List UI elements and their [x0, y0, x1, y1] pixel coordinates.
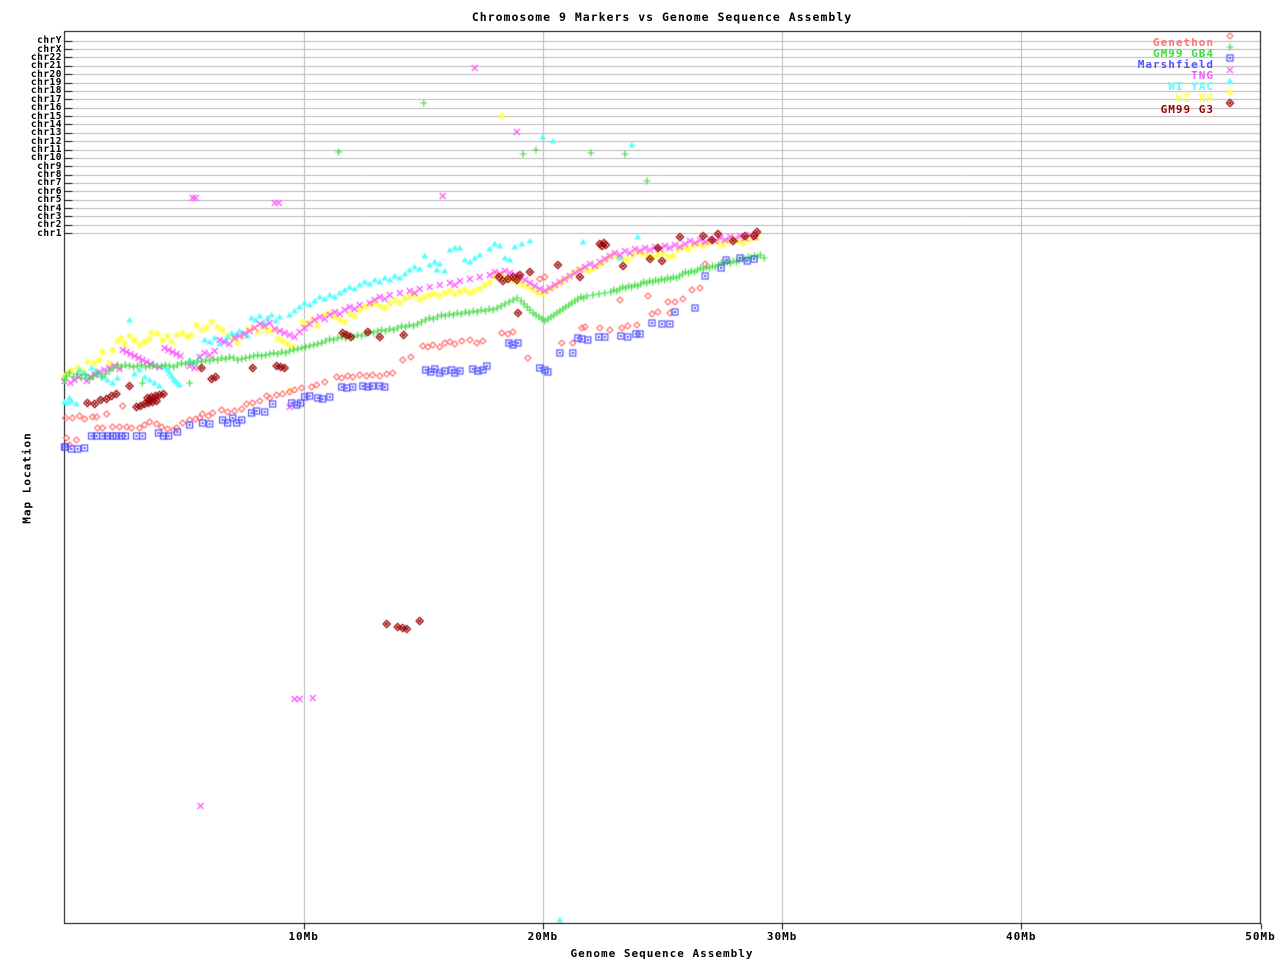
chart-page: Chromosome 9 Markers vs Genome Sequence …	[0, 0, 1280, 960]
legend-marker-triangle-icon	[1222, 75, 1238, 87]
y-axis-label: Map Location	[21, 432, 34, 523]
x-tick-label-30Mb: 30Mb	[752, 930, 812, 943]
x-tick-label-20Mb: 20Mb	[513, 930, 573, 943]
x-axis-label: Genome Sequence Assembly	[0, 947, 1280, 960]
y-tick-label-chr1: chr1	[2, 229, 62, 238]
legend-marker-cross-icon	[1222, 64, 1238, 76]
x-tick-label-40Mb: 40Mb	[991, 930, 1051, 943]
x-tick-label-50Mb: 50Mb	[1231, 930, 1280, 943]
legend-label: GM99 G3	[1161, 103, 1214, 116]
legend-marker-square-dot-icon	[1222, 52, 1238, 64]
legend-item-gm99-g3: GM99 G3	[1110, 103, 1250, 115]
legend-marker-hatch-diamond-icon	[1222, 97, 1238, 109]
x-tick-label-10Mb: 10Mb	[274, 930, 334, 943]
legend-marker-star-icon	[1222, 86, 1238, 98]
legend-marker-plus-icon	[1222, 41, 1238, 53]
scatter-plot-canvas	[0, 0, 1280, 960]
legend-marker-open-diamond-icon	[1222, 30, 1238, 42]
chart-title: Chromosome 9 Markers vs Genome Sequence …	[0, 10, 1280, 24]
